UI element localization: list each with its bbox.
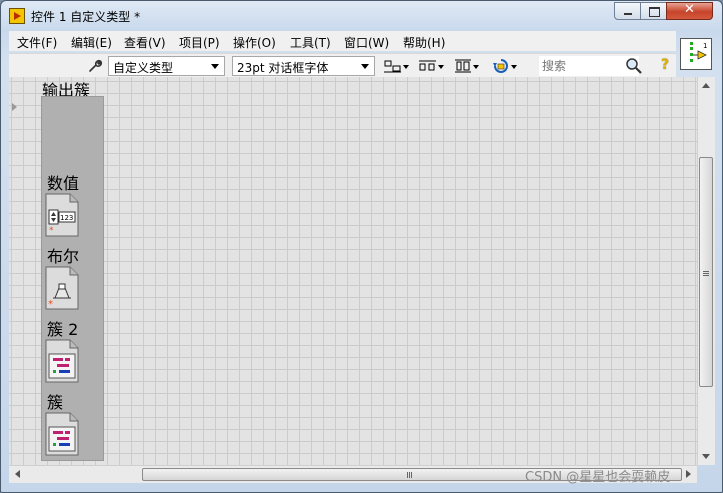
- menu-view[interactable]: 查看(V): [124, 34, 166, 51]
- vertical-scrollbar[interactable]: [697, 77, 715, 465]
- item-label-boolean[interactable]: 布尔: [47, 243, 79, 267]
- wrench-icon[interactable]: [87, 58, 103, 74]
- menu-project[interactable]: 项目(P): [179, 34, 220, 51]
- connector-pane-icon[interactable]: 1: [680, 38, 712, 70]
- menu-file[interactable]: 文件(F): [17, 34, 57, 51]
- scroll-origin-marker: [12, 103, 17, 111]
- close-icon: ✕: [684, 2, 695, 17]
- chevron-down-icon: [403, 65, 409, 69]
- chevron-down-icon: [438, 65, 444, 69]
- reorder-icon: [493, 59, 508, 73]
- align-objects-button[interactable]: [383, 57, 409, 75]
- align-objects-icon: [384, 60, 401, 73]
- distribute-objects-button[interactable]: [418, 57, 444, 75]
- grip-icon: [703, 271, 709, 272]
- minimize-button[interactable]: [614, 2, 641, 20]
- distribute-objects-icon: [419, 60, 436, 71]
- cluster-icon[interactable]: [45, 339, 79, 383]
- item-label-cluster-2[interactable]: 簇 2: [47, 316, 78, 340]
- title-bar[interactable]: 控件 1 自定义类型 * ✕: [1, 1, 722, 31]
- grip-icon: [407, 472, 408, 478]
- cluster-icon[interactable]: [45, 412, 79, 456]
- menu-bar: 文件(F) 编辑(E) 查看(V) 项目(P) 操作(O) 工具(T) 窗口(W…: [9, 31, 676, 51]
- menu-operate[interactable]: 操作(O): [233, 34, 276, 51]
- boolean-control-icon[interactable]: *: [45, 266, 79, 310]
- svg-text:123: 123: [60, 214, 73, 222]
- numeric-control-icon[interactable]: 123 *: [45, 193, 79, 237]
- output-cluster[interactable]: 数值 123 * 布尔 * 簇 2 簇: [41, 96, 104, 461]
- resize-objects-icon: [455, 59, 471, 73]
- font-dropdown[interactable]: 23pt 对话框字体: [232, 56, 375, 76]
- help-icon[interactable]: ?: [661, 57, 675, 75]
- control-type-value: 自定义类型: [113, 61, 174, 75]
- reorder-button[interactable]: [491, 57, 517, 75]
- maximize-button[interactable]: [640, 2, 667, 20]
- connector-number: 1: [703, 42, 707, 50]
- scroll-right-icon[interactable]: [686, 470, 691, 478]
- menu-help[interactable]: 帮助(H): [403, 34, 445, 51]
- close-button[interactable]: ✕: [666, 2, 713, 20]
- chevron-down-icon: [211, 64, 219, 69]
- svg-text:*: *: [49, 226, 54, 236]
- menu-window[interactable]: 窗口(W): [344, 34, 389, 51]
- menu-tools[interactable]: 工具(T): [290, 34, 331, 51]
- labview-window: 控件 1 自定义类型 * ✕ 文件(F) 编辑(E) 查看(V) 项目(P) 操…: [0, 0, 723, 493]
- scroll-down-icon[interactable]: [702, 454, 710, 459]
- search-input[interactable]: [539, 56, 639, 76]
- item-label-cluster[interactable]: 簇: [47, 389, 63, 413]
- svg-text:*: *: [48, 299, 53, 310]
- resize-objects-button[interactable]: [453, 57, 479, 75]
- vertical-scroll-thumb[interactable]: [699, 157, 713, 387]
- font-value: 23pt 对话框字体: [237, 61, 329, 75]
- control-type-dropdown[interactable]: 自定义类型: [108, 56, 225, 76]
- chevron-down-icon: [473, 65, 479, 69]
- toolbar: 自定义类型 23pt 对话框字体 搜索 ?: [9, 53, 676, 78]
- front-panel[interactable]: 输出簇 数值 123 * 布尔 * 簇 2 簇: [9, 77, 697, 465]
- window-title: 控件 1 自定义类型 *: [31, 10, 141, 24]
- search-icon[interactable]: [625, 57, 643, 75]
- chevron-down-icon: [511, 65, 517, 69]
- menu-edit[interactable]: 编辑(E): [71, 34, 112, 51]
- search-box[interactable]: [529, 56, 659, 76]
- scroll-left-icon[interactable]: [15, 470, 20, 478]
- labview-app-icon: [9, 8, 25, 24]
- chevron-down-icon: [361, 64, 369, 69]
- watermark-text: CSDN @星星也会耍赖皮: [525, 470, 671, 485]
- scroll-up-icon[interactable]: [702, 83, 710, 88]
- item-label-numeric[interactable]: 数值: [47, 170, 79, 194]
